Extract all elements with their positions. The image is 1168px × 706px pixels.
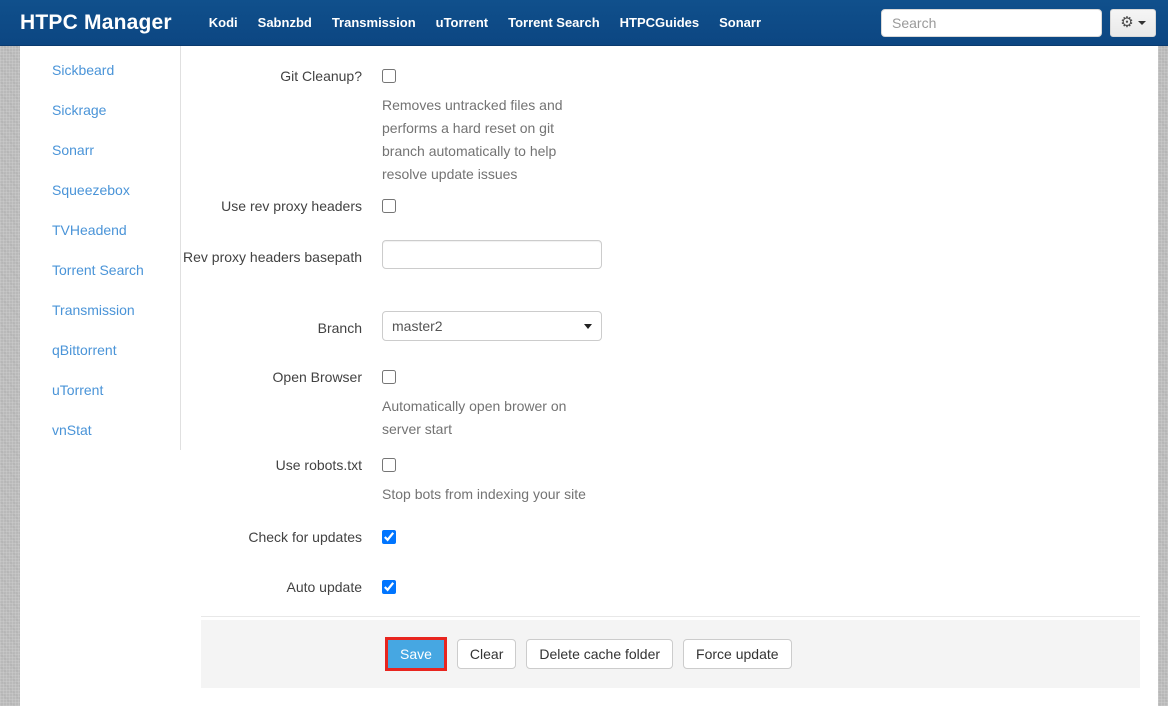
robots-help: Stop bots from indexing your site xyxy=(382,486,586,502)
settings-form: Git Cleanup? Removes untracked files and… xyxy=(182,46,1140,706)
git-cleanup-checkbox[interactable] xyxy=(382,69,396,83)
sidebar-link[interactable]: Sickrage xyxy=(52,102,106,118)
sidebar-link[interactable]: Torrent Search xyxy=(52,262,144,278)
save-button[interactable]: Save xyxy=(388,640,444,668)
git-cleanup-help: Removes untracked files and performs a h… xyxy=(382,97,563,182)
robots-checkbox[interactable] xyxy=(382,458,396,472)
sidebar-item-qbittorrent[interactable]: qBittorrent xyxy=(20,330,180,370)
sidebar-item-vnstat[interactable]: vnStat xyxy=(20,410,180,450)
nav-item-htpcguides[interactable]: HTPCGuides xyxy=(610,1,709,44)
sidebar-link[interactable]: qBittorrent xyxy=(52,342,117,358)
top-navbar: HTPC Manager Kodi Sabnzbd Transmission u… xyxy=(0,0,1168,46)
rev-proxy-checkbox[interactable] xyxy=(382,199,396,213)
nav-item-transmission[interactable]: Transmission xyxy=(322,1,426,44)
basepath-input[interactable] xyxy=(382,240,602,269)
content-container: Sickbeard Sickrage Sonarr Squeezebox TVH… xyxy=(20,46,1158,706)
sidebar-item-utorrent[interactable]: uTorrent xyxy=(20,370,180,410)
sidebar-link[interactable]: uTorrent xyxy=(52,382,103,398)
sidebar-item-torrent-search[interactable]: Torrent Search xyxy=(20,250,180,290)
gears-icon: ⚙ xyxy=(1120,13,1134,31)
clear-button[interactable]: Clear xyxy=(456,639,517,669)
sidebar-link[interactable]: vnStat xyxy=(52,422,92,438)
branch-select[interactable]: master2 xyxy=(382,311,602,341)
nav-item-sabnzbd[interactable]: Sabnzbd xyxy=(248,1,322,44)
sidebar-link[interactable]: TVHeadend xyxy=(52,222,127,238)
sidebar-link[interactable]: Sickbeard xyxy=(52,62,114,78)
nav-item-torrent-search[interactable]: Torrent Search xyxy=(498,1,610,44)
settings-sidebar: Sickbeard Sickrage Sonarr Squeezebox TVH… xyxy=(20,46,181,450)
basepath-label: Rev proxy headers basepath xyxy=(183,249,362,265)
form-footer-bar: Save Clear Delete cache folder Force upd… xyxy=(201,620,1140,688)
open-browser-label: Open Browser xyxy=(272,369,362,385)
git-cleanup-label: Git Cleanup? xyxy=(280,68,362,84)
sidebar-item-tvheadend[interactable]: TVHeadend xyxy=(20,210,180,250)
delete-cache-folder-button[interactable]: Delete cache folder xyxy=(526,639,674,669)
sidebar-item-squeezebox[interactable]: Squeezebox xyxy=(20,170,180,210)
app-brand[interactable]: HTPC Manager xyxy=(0,11,192,35)
open-browser-help: Automatically open brower on server star… xyxy=(382,398,567,437)
navbar-right: ⚙ xyxy=(881,8,1168,37)
sidebar-item-sonarr[interactable]: Sonarr xyxy=(20,130,180,170)
button-row: Save Clear Delete cache folder Force upd… xyxy=(385,637,792,671)
caret-down-icon xyxy=(1137,20,1146,25)
navbar-links: Kodi Sabnzbd Transmission uTorrent Torre… xyxy=(199,1,771,44)
sidebar-link[interactable]: Sonarr xyxy=(52,142,94,158)
annotation-highlight: Save xyxy=(385,637,447,671)
sidebar-item-transmission[interactable]: Transmission xyxy=(20,290,180,330)
sidebar-list: Sickbeard Sickrage Sonarr Squeezebox TVH… xyxy=(20,46,181,450)
form-divider xyxy=(201,616,1140,617)
nav-item-kodi[interactable]: Kodi xyxy=(199,1,248,44)
sidebar-item-sickrage[interactable]: Sickrage xyxy=(20,90,180,130)
check-updates-checkbox[interactable] xyxy=(382,530,396,544)
check-updates-label: Check for updates xyxy=(248,529,362,545)
branch-label: Branch xyxy=(317,320,362,336)
sidebar-link[interactable]: Squeezebox xyxy=(52,182,130,198)
robots-label: Use robots.txt xyxy=(275,457,362,473)
rev-proxy-label: Use rev proxy headers xyxy=(221,198,362,214)
force-update-button[interactable]: Force update xyxy=(683,639,792,669)
sidebar-link[interactable]: Transmission xyxy=(52,302,135,318)
auto-update-checkbox[interactable] xyxy=(382,580,396,594)
settings-dropdown-button[interactable]: ⚙ xyxy=(1110,8,1156,37)
nav-item-utorrent[interactable]: uTorrent xyxy=(426,1,498,44)
nav-item-sonarr[interactable]: Sonarr xyxy=(709,1,771,44)
auto-update-label: Auto update xyxy=(286,579,362,595)
search-input[interactable] xyxy=(881,8,1102,37)
sidebar-item-sickbeard[interactable]: Sickbeard xyxy=(20,50,180,90)
open-browser-checkbox[interactable] xyxy=(382,370,396,384)
